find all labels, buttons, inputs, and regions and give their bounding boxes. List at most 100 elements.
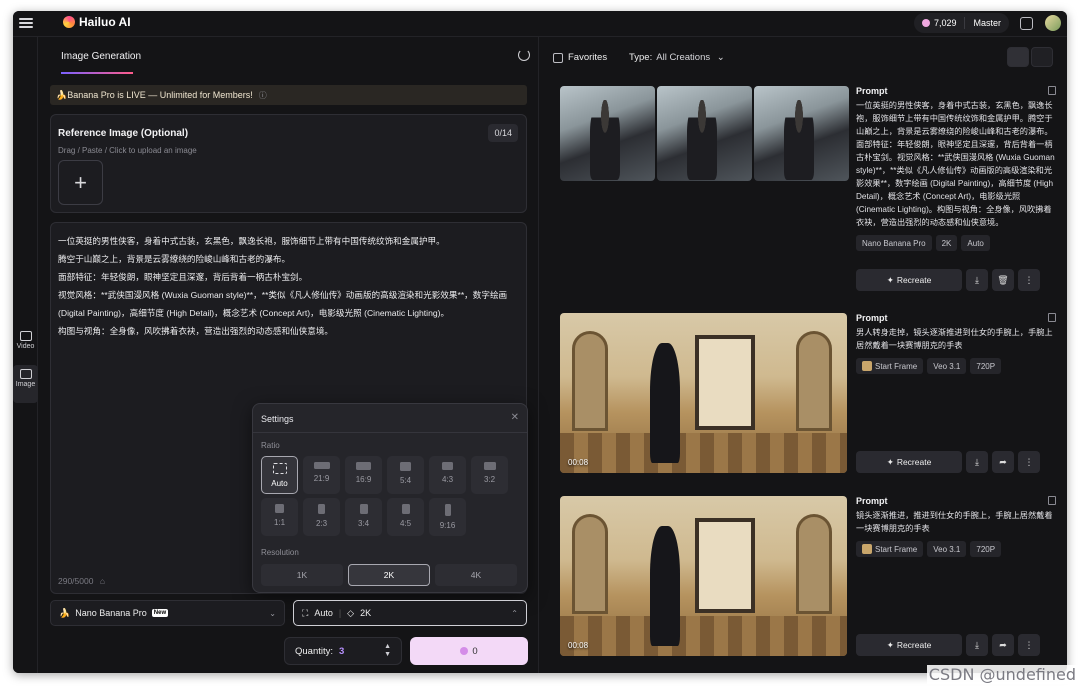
ratio-label: Ratio	[261, 441, 280, 450]
reference-image-card[interactable]: Reference Image (Optional) Drag / Paste …	[50, 114, 527, 213]
ratio-icon: ⛶	[302, 607, 309, 618]
video-icon	[19, 331, 32, 341]
quantity-stepper[interactable]: Quantity: 3 ▲ ▼	[284, 637, 402, 665]
share-icon[interactable]: ➦	[992, 634, 1014, 656]
sparkle-icon: ✦	[886, 456, 894, 467]
app-window: Hailuo AI 7,029 Master Video Image Image…	[13, 11, 1067, 673]
new-badge: New	[151, 609, 169, 617]
thumbnail[interactable]	[560, 86, 655, 181]
ratio-shape-icon	[401, 504, 410, 514]
model-select[interactable]: 🍌 Nano Banana Pro New ⌄	[50, 600, 285, 626]
settings-popover: Settings ✕ Ratio Auto 21:9 16:9 5:4 4:3 3:2 1:…	[252, 403, 528, 593]
settings-title: Settings	[261, 414, 294, 424]
ratio-option[interactable]: 16:9	[345, 456, 382, 494]
ratio-label: 2:3	[315, 519, 328, 528]
stepper-arrows-icon[interactable]: ▲ ▼	[384, 643, 391, 659]
ratio-shape-icon	[444, 504, 451, 516]
favorites-filter[interactable]: Favorites	[553, 52, 607, 63]
resolution-option-4k[interactable]: 4K	[435, 564, 517, 586]
tab-image-generation[interactable]: Image Generation	[61, 51, 141, 62]
detail-view-icon[interactable]	[1031, 47, 1053, 67]
ratio-option[interactable]: 9:16	[429, 498, 466, 536]
credits-badge[interactable]: 7,029 Master	[913, 13, 1009, 33]
copy-icon[interactable]	[1048, 496, 1056, 505]
sidebar-item-image[interactable]: Image	[13, 365, 38, 403]
download-icon[interactable]: ⤓	[966, 451, 988, 473]
logo[interactable]: Hailuo AI	[63, 15, 131, 29]
item-actions: ✦ Recreate ⤓ 🗑 ⋮	[856, 269, 1040, 291]
download-icon[interactable]: ⤓	[966, 269, 988, 291]
gem-icon	[460, 647, 469, 655]
share-icon[interactable]: ➦	[992, 451, 1014, 473]
chevron-down-icon: ⌄	[716, 52, 725, 63]
image-thumbnails	[560, 86, 849, 181]
ratio-shape-icon	[483, 462, 496, 470]
copy-icon[interactable]	[1048, 313, 1056, 322]
ratio-label: 16:9	[355, 475, 372, 484]
ratio-shape-icon	[359, 504, 368, 514]
checkbox[interactable]	[553, 52, 563, 63]
recreate-button[interactable]: ✦ Recreate	[856, 451, 962, 473]
chevron-up-icon: ⌃	[511, 609, 518, 618]
banana-icon: 🍌	[59, 607, 71, 618]
more-icon[interactable]: ⋮	[1018, 634, 1040, 656]
type-filter[interactable]: Type: All Creations ⌄	[629, 52, 725, 63]
ratio-label: 3:4	[357, 519, 370, 528]
tags: Nano Banana Pro 2K Auto	[856, 235, 1056, 251]
ratio-label: 4:3	[441, 475, 454, 484]
thumbnail[interactable]	[754, 86, 849, 181]
add-reference-button[interactable]: +	[58, 160, 103, 205]
ratio-shape-icon	[356, 462, 371, 470]
download-icon[interactable]: ⤓	[966, 634, 988, 656]
ratio-option[interactable]: 2:3	[303, 498, 340, 536]
ratio-option[interactable]: 4:3	[429, 456, 466, 494]
gallery-panel: Favorites Type: All Creations ⌄ Prompt 一位…	[539, 37, 1067, 673]
resolution-option-1k[interactable]: 1K	[261, 564, 343, 586]
thumbnail[interactable]	[657, 86, 752, 181]
generate-button[interactable]: 0	[410, 637, 528, 665]
ratio-option[interactable]: 5:4	[387, 456, 424, 494]
avatar[interactable]	[1045, 15, 1061, 31]
list-view-icon[interactable]	[1007, 47, 1029, 67]
recreate-button[interactable]: ✦ Recreate	[856, 269, 962, 291]
close-icon[interactable]: ✕	[511, 412, 519, 423]
ratio-option[interactable]: 21:9	[303, 456, 340, 494]
copy-icon[interactable]	[1048, 86, 1056, 95]
ratio-option[interactable]: 3:2	[471, 456, 508, 494]
delete-icon[interactable]: 🗑	[992, 269, 1014, 291]
resolution-option-2k[interactable]: 2K	[348, 564, 430, 586]
view-toggle	[1007, 47, 1053, 67]
prompt-text: 镜头逐渐推进，推进到仕女的手腕上，手腕上居然戴着一块赛博朋克的手表	[856, 511, 1053, 533]
prompt-text: 一位英挺的男性侠客，身着中式古装，玄黑色，飘逸长袍，服饰细节上带有中国传统纹饰和…	[856, 101, 1055, 227]
video-thumbnail[interactable]: 00:08	[560, 496, 847, 656]
prompt-text[interactable]: 一位英挺的男性侠客，身着中式古装，玄黑色，飘逸长袍，服饰细节上带有中国传统纹饰和…	[58, 232, 518, 340]
tab-indicator	[61, 72, 133, 74]
info-icon[interactable]: ⓘ	[259, 90, 267, 101]
ratio-option[interactable]: 4:5	[387, 498, 424, 536]
ratio-shape-icon	[272, 463, 287, 474]
book-icon[interactable]	[1020, 17, 1033, 30]
gem-icon	[921, 19, 930, 27]
item-info: Prompt 男人转身走掉，镜头逐渐推进到仕女的手腕上，手腕上居然戴着一块赛博朋…	[856, 313, 1056, 374]
plan-label: Master	[973, 18, 1001, 28]
ratio-shape-icon	[275, 504, 284, 513]
more-icon[interactable]: ⋮	[1018, 451, 1040, 473]
ratio-option[interactable]: 3:4	[345, 498, 382, 536]
menu-icon[interactable]	[19, 16, 33, 30]
params-select[interactable]: ⛶ Auto | ◇ 2K ⌃	[293, 600, 527, 626]
recreate-button[interactable]: ✦ Recreate	[856, 634, 962, 656]
ratio-option[interactable]: 1:1	[261, 498, 298, 536]
clear-icon[interactable]: ⌂	[100, 576, 105, 586]
ratio-label: 9:16	[439, 521, 456, 530]
sidebar-item-video[interactable]: Video	[13, 327, 38, 365]
frame-icon	[862, 544, 872, 554]
more-icon[interactable]: ⋮	[1018, 269, 1040, 291]
item-info: Prompt 镜头逐渐推进，推进到仕女的手腕上，手腕上居然戴着一块赛博朋克的手表…	[856, 496, 1056, 557]
ratio-shape-icon	[400, 462, 411, 471]
ratio-option[interactable]: Auto	[261, 456, 298, 494]
video-thumbnail[interactable]: 00:08	[560, 313, 847, 473]
prompt-text: 男人转身走掉，镜头逐渐推进到仕女的手腕上，手腕上居然戴着一块赛博朋克的手表	[856, 328, 1053, 350]
ratio-shape-icon	[318, 504, 325, 514]
duration: 00:08	[568, 458, 589, 467]
refresh-icon[interactable]	[518, 49, 530, 61]
